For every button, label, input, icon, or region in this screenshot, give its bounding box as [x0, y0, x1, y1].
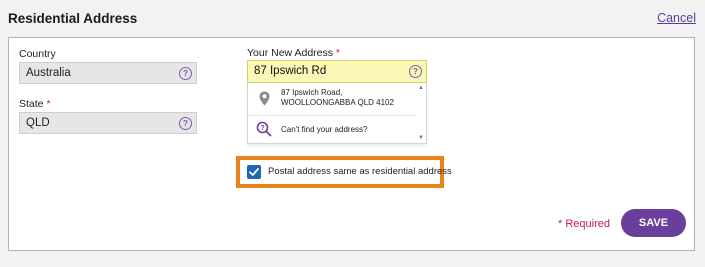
- postal-same-label: Postal address same as residential addre…: [268, 166, 452, 177]
- help-icon[interactable]: ?: [179, 67, 192, 80]
- address-form-card: Country Australia ? State * QLD ? Your N…: [8, 37, 695, 251]
- cant-find-address-item[interactable]: ? Can't find your address?: [248, 116, 416, 143]
- address-suggestion-item[interactable]: 87 Ipswich Road, WOOLLOONGABBA QLD 4102: [248, 83, 416, 116]
- required-marker: *: [335, 47, 341, 59]
- postal-same-checkbox[interactable]: [247, 165, 261, 179]
- page-title: Residential Address: [8, 11, 138, 26]
- address-suggestions-dropdown: 87 Ipswich Road, WOOLLOONGABBA QLD 4102 …: [247, 83, 427, 144]
- suggestion-line-2: WOOLLOONGABBA QLD 4102: [281, 98, 394, 107]
- help-icon[interactable]: ?: [179, 117, 192, 130]
- country-field[interactable]: Australia ?: [19, 62, 197, 84]
- scroll-up-icon[interactable]: ▲: [418, 85, 424, 91]
- scroll-down-icon[interactable]: ▼: [418, 135, 424, 141]
- search-question-icon: ?: [256, 121, 272, 137]
- help-icon[interactable]: ?: [409, 65, 422, 78]
- new-address-label-text: Your New Address: [247, 47, 333, 59]
- required-note: * Required: [558, 218, 610, 230]
- cant-find-address-label: Can't find your address?: [281, 125, 368, 134]
- state-field[interactable]: QLD ?: [19, 112, 197, 134]
- cancel-link[interactable]: Cancel: [657, 11, 696, 25]
- new-address-input[interactable]: 87 Ipswich Rd ?: [247, 60, 427, 83]
- required-marker: *: [46, 98, 51, 110]
- state-label-text: State: [19, 98, 44, 110]
- suggestion-line-1: 87 Ipswich Road,: [281, 88, 343, 97]
- dropdown-scrollbar[interactable]: ▲ ▼: [416, 83, 426, 143]
- postal-same-highlight: Postal address same as residential addre…: [236, 156, 452, 188]
- map-pin-icon: [259, 91, 270, 106]
- country-label: Country: [19, 48, 56, 60]
- svg-text:?: ?: [260, 125, 264, 132]
- checkmark-icon: [249, 168, 259, 176]
- new-address-value: 87 Ipswich Rd: [254, 65, 327, 77]
- country-value: Australia: [26, 67, 71, 79]
- save-button[interactable]: SAVE: [621, 209, 686, 237]
- state-label: State *: [19, 98, 51, 110]
- state-value: QLD: [26, 117, 50, 129]
- new-address-label: Your New Address *: [247, 47, 340, 59]
